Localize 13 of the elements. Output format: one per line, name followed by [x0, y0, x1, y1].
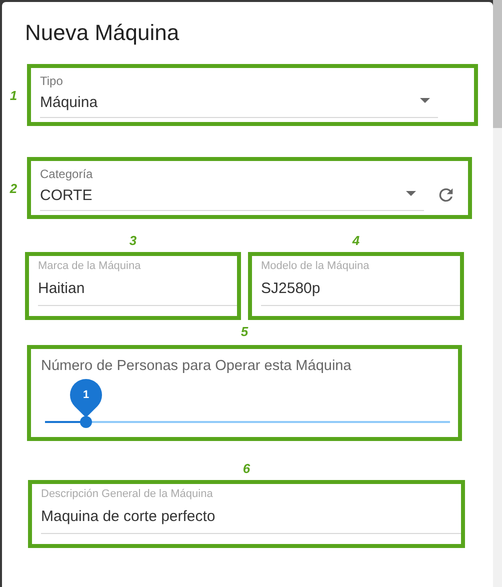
- slider-thumb[interactable]: [80, 416, 92, 428]
- callout-number: 6: [242, 461, 250, 476]
- callout-number: 2: [10, 180, 18, 196]
- callout-number: 1: [10, 88, 18, 102]
- dialog-title: Nueva Máquina: [25, 20, 180, 46]
- callout-number: 4: [352, 233, 360, 248]
- caret-icon: [420, 98, 430, 103]
- slider-label: Número de Personas para Operar esta Máquina: [41, 358, 352, 374]
- scrollbar-thumb[interactable]: [493, 0, 502, 128]
- callout-number: 5: [240, 324, 248, 339]
- scrollbar[interactable]: [493, 0, 502, 587]
- callout-number: 3: [129, 233, 137, 248]
- caret-icon: [406, 191, 416, 196]
